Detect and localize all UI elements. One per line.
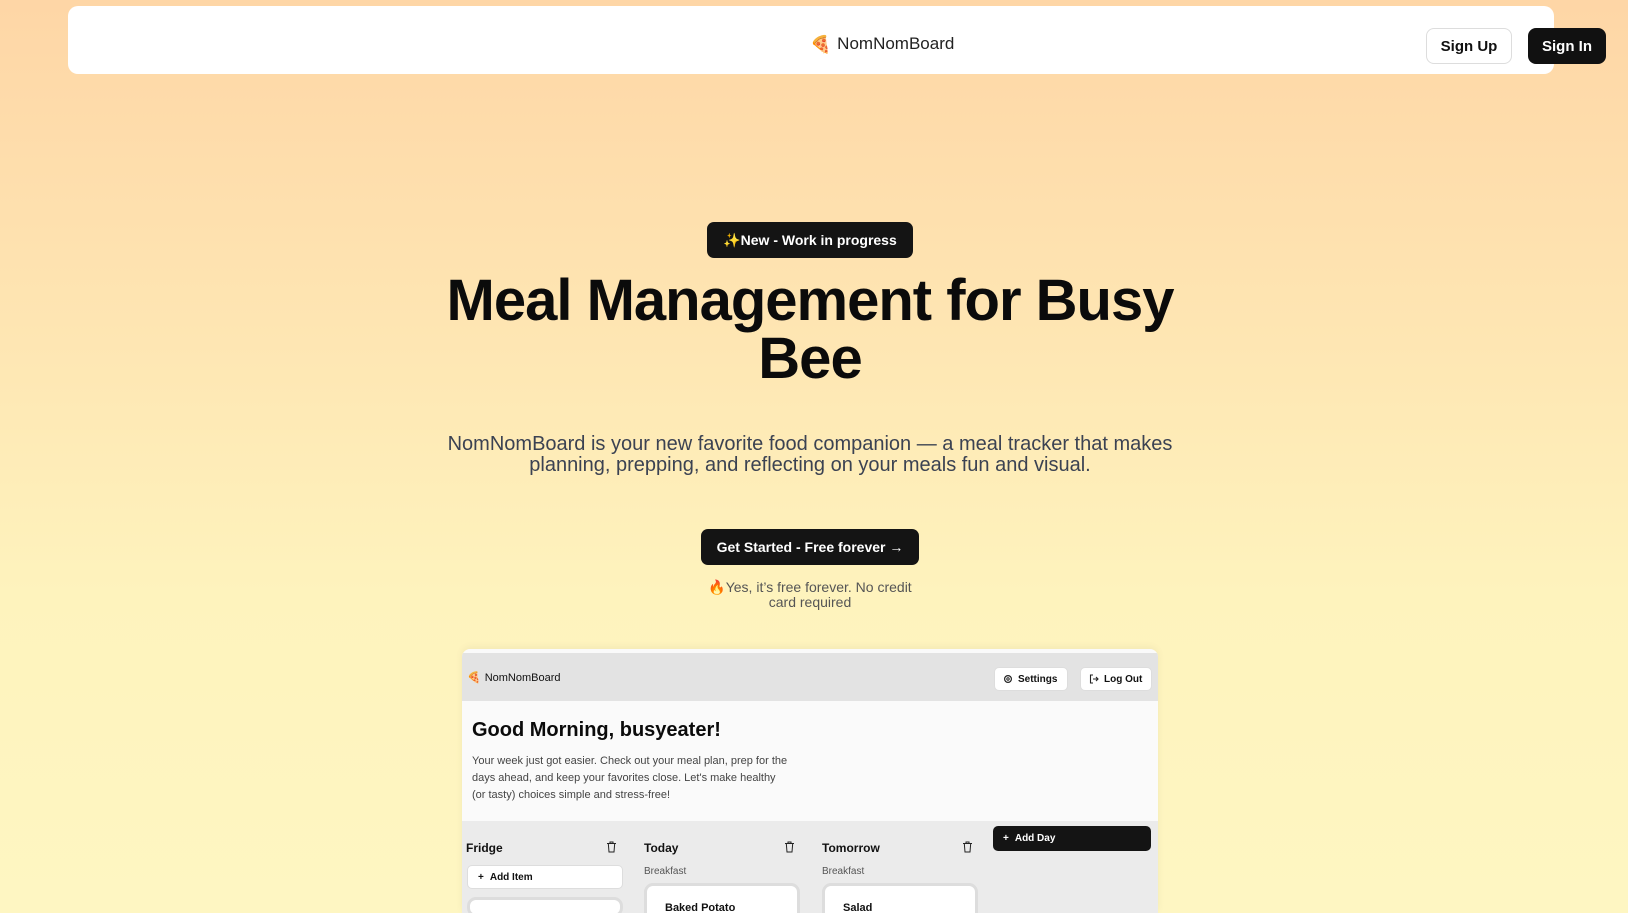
new-badge: ✨New - Work in progress xyxy=(707,222,913,258)
intro-text: Your week just got easier. Check out you… xyxy=(472,755,788,801)
sign-in-button[interactable]: Sign In xyxy=(1528,28,1606,64)
trash-icon[interactable] xyxy=(962,841,973,853)
meal-card[interactable]: Baked Potato xyxy=(644,883,800,913)
gear-icon xyxy=(1003,674,1013,684)
add-day-label: Add Day xyxy=(1014,833,1056,844)
brand[interactable]: 🍕 NomNomBoard xyxy=(810,34,954,54)
pizza-icon: 🍕 xyxy=(467,672,481,684)
fridge-item-card[interactable] xyxy=(467,897,623,913)
hero-subtitle: NomNomBoard is your new favorite food co… xyxy=(447,433,1173,476)
trash-icon[interactable] xyxy=(606,841,617,853)
meal-board: Fridge + Add Item Today Breakfast Baked … xyxy=(462,821,1158,913)
hero-title: Meal Management for Busy Bee xyxy=(446,268,1175,391)
greeting-heading: Good Morning, busyeater! xyxy=(472,719,721,741)
free-forever-note: 🔥Yes, it’s free forever. No credit card … xyxy=(708,579,912,610)
settings-label: Settings xyxy=(1018,673,1058,685)
brand-name: NomNomBoard xyxy=(837,34,955,53)
column-title-fridge: Fridge xyxy=(466,841,503,855)
column-title-tomorrow: Tomorrow xyxy=(822,841,880,855)
meal-label-breakfast: Breakfast xyxy=(822,866,865,877)
preview-header: 🍕 NomNomBoard Settings Log Out xyxy=(462,653,1158,701)
log-out-button[interactable]: Log Out xyxy=(1080,667,1152,691)
log-out-icon xyxy=(1089,674,1099,684)
log-out-label: Log Out xyxy=(1104,673,1143,685)
add-item-label: Add Item xyxy=(489,871,533,883)
add-day-button[interactable]: + Add Day xyxy=(993,826,1151,851)
get-started-button[interactable]: Get Started - Free forever → xyxy=(701,529,919,565)
settings-button[interactable]: Settings xyxy=(994,667,1068,691)
add-item-button[interactable]: + Add Item xyxy=(467,865,623,889)
trash-icon[interactable] xyxy=(784,841,795,853)
plus-icon: + xyxy=(478,871,484,883)
top-navbar: 🍕 NomNomBoard Sign Up Sign In xyxy=(68,6,1606,74)
column-title-today: Today xyxy=(644,841,679,855)
pizza-icon: 🍕 xyxy=(810,34,832,54)
plus-icon: + xyxy=(1003,833,1009,844)
preview-brand[interactable]: 🍕 NomNomBoard xyxy=(467,671,561,685)
app-preview: 🍕 NomNomBoard Settings Log Out Good Morn… xyxy=(462,649,1158,913)
meal-label-breakfast: Breakfast xyxy=(644,866,687,877)
sign-up-button[interactable]: Sign Up xyxy=(1426,28,1512,64)
meal-card[interactable]: Salad xyxy=(822,883,978,913)
preview-brand-name: NomNomBoard xyxy=(484,671,561,684)
